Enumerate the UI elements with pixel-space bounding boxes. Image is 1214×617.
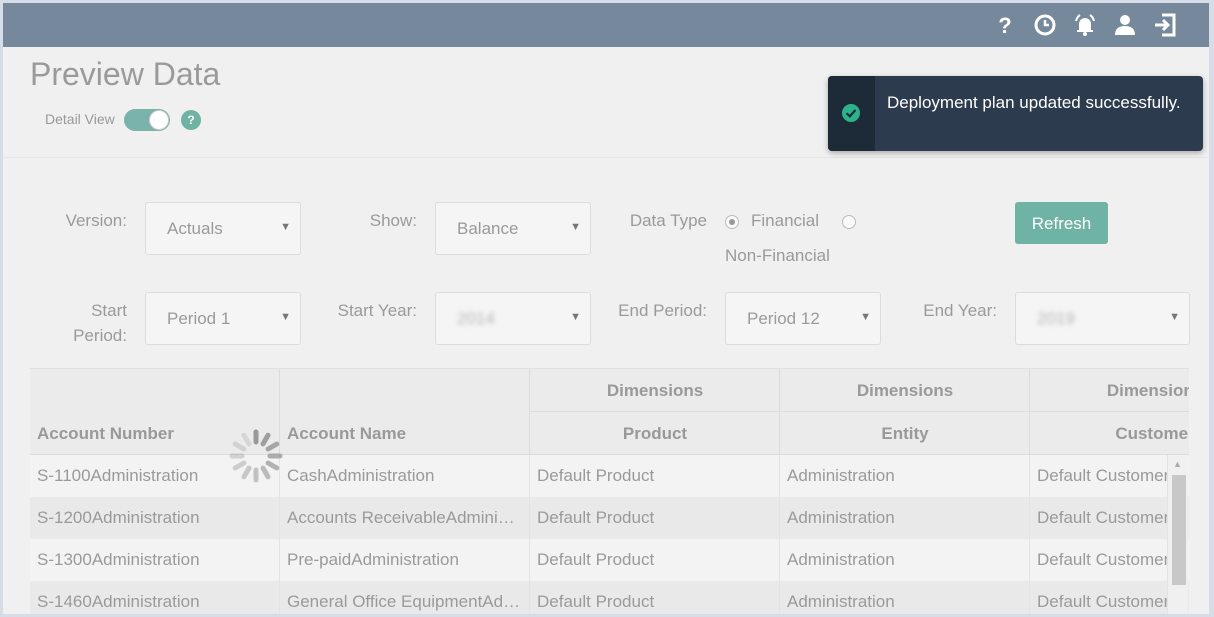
group-header-label: Dimensions xyxy=(856,381,954,400)
nonfinancial-radio[interactable] xyxy=(842,215,856,229)
cell-product: Default Product xyxy=(530,455,780,497)
cell-account-number: S-1200Administration xyxy=(30,497,280,539)
help-circle-icon[interactable]: ? xyxy=(181,110,201,130)
start-period-select[interactable]: Period 1 ▼ xyxy=(145,292,301,345)
scrollbar-thumb[interactable] xyxy=(1172,475,1186,585)
end-year-label: End Year: xyxy=(923,301,997,320)
data-type-label: Data Type xyxy=(629,211,707,230)
end-year-select[interactable]: 2019 ▼ xyxy=(1015,292,1190,345)
cell-entity: Administration xyxy=(780,539,1030,581)
version-value: Actuals xyxy=(167,219,223,238)
cell-product: Default Product xyxy=(530,581,780,614)
column-header-label: Customer xyxy=(1115,424,1189,443)
chevron-down-icon: ▼ xyxy=(280,221,291,233)
success-toast[interactable]: Deployment plan updated successfully. xyxy=(828,76,1203,151)
version-label: Version: xyxy=(65,211,127,230)
table-row[interactable]: S-1200Administration Accounts Receivable… xyxy=(30,497,1189,539)
loading-spinner-icon xyxy=(229,429,283,483)
version-select[interactable]: Actuals ▼ xyxy=(145,202,301,255)
chevron-down-icon: ▼ xyxy=(280,311,291,323)
cell-account-number: S-1300Administration xyxy=(30,539,280,581)
detail-view-toggle[interactable] xyxy=(124,109,170,131)
cell-account-name: Pre-paidAdministration xyxy=(280,539,530,581)
table-row[interactable]: S-1460Administration General Office Equi… xyxy=(30,581,1189,614)
column-header-label: Entity xyxy=(881,424,929,443)
logout-icon[interactable] xyxy=(1152,12,1178,38)
cell-entity: Administration xyxy=(780,581,1030,614)
column-header-entity[interactable]: Entity xyxy=(780,412,1030,455)
app-frame: ? Preview Data Detail View ? Version: Ac… xyxy=(3,3,1209,614)
chevron-down-icon: ▼ xyxy=(1169,311,1180,323)
page-title: Preview Data xyxy=(30,56,221,92)
dimension-group-header: Dimensions xyxy=(530,369,780,412)
end-period-label: End Period: xyxy=(618,301,707,320)
help-icon[interactable]: ? xyxy=(992,12,1018,38)
refresh-button[interactable]: Refresh xyxy=(1015,202,1108,244)
dimension-group-header: Dimensions xyxy=(1030,369,1189,412)
show-select[interactable]: Balance ▼ xyxy=(435,202,591,255)
financial-label: Financial xyxy=(751,211,820,230)
cell-account-name: General Office EquipmentAd… xyxy=(280,581,530,614)
user-icon[interactable] xyxy=(1112,12,1138,38)
end-period-value: Period 12 xyxy=(747,309,820,328)
column-header-product[interactable]: Product xyxy=(530,412,780,455)
column-header-label: Product xyxy=(622,424,688,443)
financial-radio[interactable] xyxy=(725,215,739,229)
check-circle-icon xyxy=(842,104,860,122)
start-year-value: 2014 xyxy=(457,309,495,328)
cell-account-name: Accounts ReceivableAdmini… xyxy=(280,497,530,539)
detail-view-label: Detail View xyxy=(45,111,115,127)
cell-customer: Default Customer xyxy=(1030,497,1168,539)
start-year-select[interactable]: 2014 ▼ xyxy=(435,292,591,345)
column-header-label: Account Name xyxy=(287,424,407,443)
cell-customer: Default Customer xyxy=(1030,455,1168,497)
cell-product: Default Product xyxy=(530,539,780,581)
end-period-select[interactable]: Period 12 ▼ xyxy=(725,292,881,345)
cell-entity: Administration xyxy=(780,497,1030,539)
divider xyxy=(3,157,1209,158)
cell-account-name: CashAdministration xyxy=(280,455,530,497)
show-value: Balance xyxy=(457,219,519,238)
chevron-down-icon: ▼ xyxy=(570,221,581,233)
bell-icon[interactable] xyxy=(1072,12,1098,38)
svg-text:?: ? xyxy=(998,13,1011,38)
column-header-label: Account Number xyxy=(37,424,174,443)
toast-message: Deployment plan updated successfully. xyxy=(887,93,1181,112)
end-year-value: 2019 xyxy=(1037,309,1075,328)
toggle-knob xyxy=(149,110,169,130)
nonfinancial-label: Non-Financial xyxy=(725,246,830,265)
clock-icon[interactable] xyxy=(1032,12,1058,38)
table-row[interactable]: S-1100Administration CashAdministration … xyxy=(30,455,1189,497)
column-header-account-name[interactable]: Account Name xyxy=(280,369,530,455)
cell-account-number: S-1460Administration xyxy=(30,581,280,614)
cell-customer: Default Customer xyxy=(1030,539,1168,581)
scroll-up-icon[interactable]: ▲ xyxy=(1173,459,1182,469)
column-header-customer[interactable]: Customer xyxy=(1030,412,1189,455)
table-row[interactable]: S-1300Administration Pre-paidAdministrat… xyxy=(30,539,1189,581)
top-bar: ? xyxy=(3,3,1209,47)
start-year-label: Start Year: xyxy=(337,301,417,320)
chevron-down-icon: ▼ xyxy=(570,311,581,323)
show-label: Show: xyxy=(369,211,417,230)
cell-entity: Administration xyxy=(780,455,1030,497)
cell-customer: Default Customer xyxy=(1030,581,1168,614)
chevron-down-icon: ▼ xyxy=(860,311,871,323)
start-period-value: Period 1 xyxy=(167,309,231,328)
cell-product: Default Product xyxy=(530,497,780,539)
preview-table: Account Number Account Name Dimensions D… xyxy=(30,368,1189,614)
group-header-label: Dimensions xyxy=(1106,381,1189,400)
start-period-label: Start Period: xyxy=(73,301,127,345)
dimension-group-header: Dimensions xyxy=(780,369,1030,412)
group-header-label: Dimensions xyxy=(606,381,704,400)
